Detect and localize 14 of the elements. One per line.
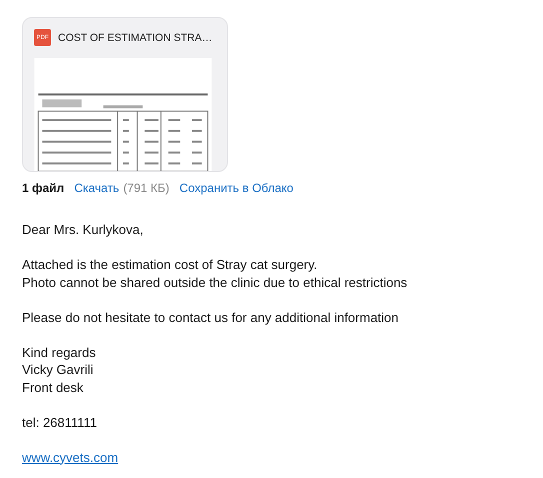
- body-text: Vicky Gavrili: [22, 361, 94, 378]
- save-to-cloud-link[interactable]: Сохранить в Облако: [179, 181, 294, 195]
- body-text: Front desk: [22, 378, 84, 396]
- body-text: tel: 26811111: [22, 414, 98, 431]
- file-name: COST OF ESTIMATION STRA…: [58, 32, 212, 44]
- file-count: 1 файл: [22, 181, 64, 195]
- download-link[interactable]: Скачать: [74, 181, 120, 195]
- file-size: (791 КБ): [123, 181, 170, 195]
- body-text: Photo cannot be shared outside the clinic due to ethical restrictions: [22, 274, 408, 291]
- body-text: Attached is the estimation cost of Stray cat surgery.: [22, 256, 318, 274]
- body-text: Kind regards: [22, 344, 97, 361]
- body-text: Please do not hesitate to contact us for any additional information: [22, 308, 400, 326]
- website-link[interactable]: www.cyvets.com: [22, 450, 118, 464]
- body-text: Dear Mrs. Kurlykova,: [22, 221, 144, 238]
